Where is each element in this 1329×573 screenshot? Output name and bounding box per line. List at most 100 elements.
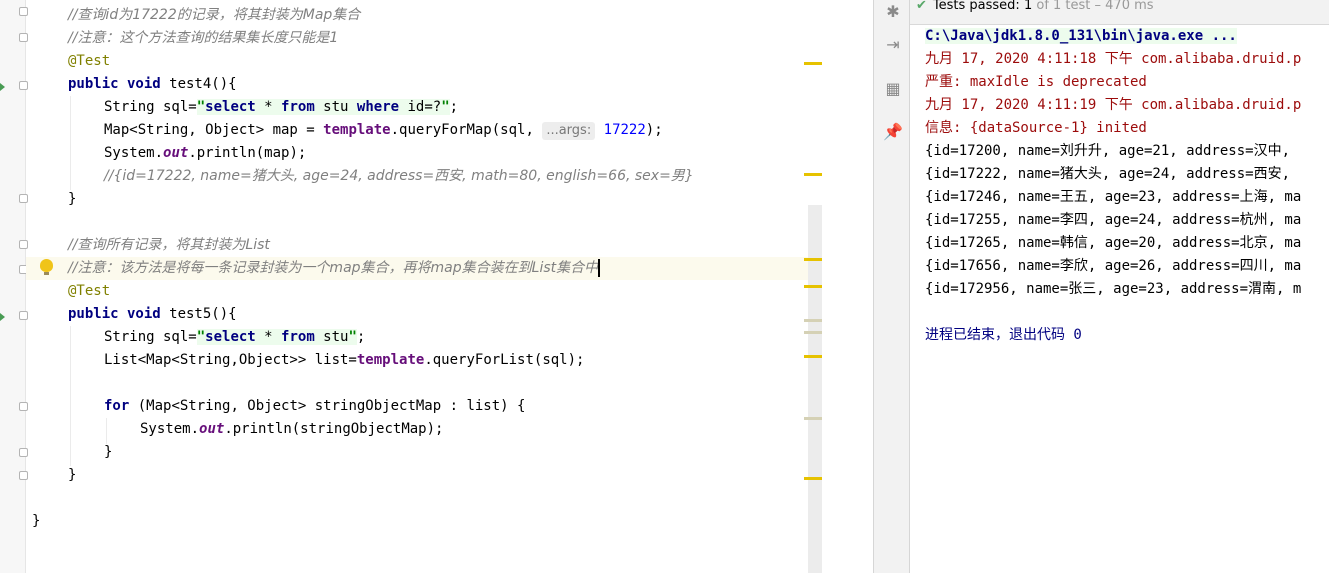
code-text: System. (104, 145, 164, 161)
code-text: String sql= (104, 99, 197, 115)
sql-text: stu (314, 329, 349, 345)
sql-text: stu (314, 99, 357, 115)
code-text: .queryForMap(sql, (390, 122, 543, 138)
fold-marker[interactable] (19, 402, 28, 411)
indent-guide (70, 326, 71, 466)
console-line: 九月 17, 2020 4:11:19 下午 com.alibaba.druid… (925, 97, 1302, 113)
check-icon: ✔ (916, 0, 927, 13)
fold-marker[interactable] (19, 448, 28, 457)
code-editor[interactable]: //查询id为17222的记录，将其封装为Map集合 //注意：这个方法查询的结… (0, 0, 873, 573)
code-string: " (348, 329, 357, 345)
code-static-field: out (199, 421, 225, 437)
current-line: //注意：该方法是将每一条记录封装为一个map集合，再将map集合装在到List… (26, 257, 822, 280)
fold-marker[interactable] (19, 33, 28, 42)
code-comment: //注意：该方法是将每一条记录封装为一个map集合，再将map集合装在到List… (68, 260, 599, 276)
warning-marker[interactable] (804, 258, 822, 261)
code-annotation: @Test (68, 283, 111, 299)
code-text: Map<String, Object> map = (104, 122, 324, 138)
code-string: " (196, 329, 206, 345)
info-marker[interactable] (804, 417, 822, 420)
layout-icon[interactable]: ▦ (883, 78, 903, 98)
code-text: List<Map<String,Object>> list= (104, 352, 357, 368)
fold-marker[interactable] (19, 311, 28, 320)
text-caret (598, 259, 601, 277)
code-text: ; (356, 329, 366, 345)
lightbulb-icon[interactable] (40, 259, 53, 275)
code-brace: } (32, 513, 41, 529)
code-text: test5(){ (160, 306, 237, 322)
code-text: test4(){ (160, 76, 237, 92)
fold-marker[interactable] (19, 471, 28, 480)
code-line: public void test5(){ (68, 303, 237, 326)
fold-marker[interactable] (19, 194, 28, 203)
debug-icon[interactable]: ✱ (883, 1, 903, 21)
info-marker[interactable] (804, 319, 822, 322)
console-line: {id=17246, name=王五, age=23, address=上海, … (925, 189, 1302, 205)
warning-marker[interactable] (804, 355, 822, 358)
code-comment: //查询所有记录，将其封装为List (68, 237, 270, 253)
warning-marker[interactable] (804, 285, 822, 288)
indent-guide (70, 96, 71, 190)
console-line: {id=172956, name=张三, age=23, address=渭南,… (925, 281, 1302, 297)
sql-text: * (255, 329, 282, 345)
code-field: template (323, 122, 391, 138)
code-number: 17222 (603, 122, 646, 138)
sql-keyword: where (356, 99, 400, 115)
test-status-bar: ✔ Tests passed: 1 of 1 test – 470 ms (910, 0, 1329, 25)
sql-keyword: select (205, 99, 256, 115)
code-line: String sql="select * from stu where id=?… (104, 96, 458, 119)
tests-passed-detail: of 1 test – 470 ms (1036, 0, 1154, 13)
code-text: .println(map); (188, 145, 307, 161)
console-line: {id=17255, name=李四, age=24, address=杭州, … (925, 212, 1302, 228)
code-line: String sql="select * from stu"; (104, 326, 365, 349)
code-brace: } (68, 467, 77, 483)
code-text: .println(stringObjectMap); (224, 421, 444, 437)
sql-text: * (255, 99, 282, 115)
code-comment: //{id=17222, name=猪大头, age=24, address=西… (104, 168, 694, 184)
sql-keyword: from (281, 99, 315, 115)
run-test-icon[interactable] (0, 313, 5, 321)
sql-text: id=? (399, 99, 442, 115)
code-keyword: public void (68, 76, 161, 92)
console-line: 严重: maxIdle is deprecated (925, 74, 1147, 90)
run-console[interactable]: ✔ Tests passed: 1 of 1 test – 470 ms C:\J… (910, 0, 1329, 573)
info-marker[interactable] (804, 331, 822, 334)
code-text: (Map<String, Object> stringObjectMap : l… (129, 398, 526, 414)
code-text: System. (140, 421, 200, 437)
sql-keyword: select (205, 329, 256, 345)
code-annotation: @Test (68, 53, 111, 69)
code-comment: //查询id为17222的记录，将其封装为Map集合 (68, 7, 361, 23)
warning-marker[interactable] (804, 173, 822, 176)
run-toolbar: ✱ ⇥ ▦ 📌 (873, 0, 910, 573)
sql-keyword: from (281, 329, 315, 345)
fold-marker[interactable] (19, 81, 28, 90)
code-field: template (356, 352, 425, 368)
code-static-field: out (163, 145, 189, 161)
console-line: C:\Java\jdk1.8.0_131\bin\java.exe ... (925, 28, 1237, 44)
code-line: System.out.println(stringObjectMap); (140, 418, 443, 441)
tests-passed-label: Tests passed: 1 (932, 0, 1033, 13)
pin-icon[interactable]: 📌 (883, 121, 903, 141)
code-text: .queryForList(sql); (424, 352, 585, 368)
fold-marker[interactable] (19, 240, 28, 249)
code-comment: //注意：这个方法查询的结果集长度只能是1 (68, 30, 339, 46)
code-keyword: for (104, 398, 130, 414)
code-text: ); (645, 122, 663, 138)
run-test-icon[interactable] (0, 83, 5, 91)
console-line: 信息: {dataSource-1} inited (925, 120, 1147, 136)
code-brace: } (104, 444, 113, 460)
warning-marker[interactable] (804, 62, 822, 65)
code-text: String sql= (104, 329, 197, 345)
code-line: Map<String, Object> map = template.query… (104, 119, 663, 142)
parameter-hint: ...args: (542, 122, 596, 140)
console-line: 进程已结束，退出代码 0 (925, 327, 1082, 343)
code-line: for (Map<String, Object> stringObjectMap… (104, 395, 525, 418)
code-line: public void test4(){ (68, 73, 237, 96)
warning-marker[interactable] (804, 477, 822, 480)
exit-icon[interactable]: ⇥ (883, 34, 903, 54)
code-line: List<Map<String,Object>> list=template.q… (104, 349, 584, 372)
code-text: ; (449, 99, 459, 115)
console-line: {id=17265, name=韩信, age=20, address=北京, … (925, 235, 1302, 251)
fold-marker[interactable] (19, 7, 28, 16)
console-line: {id=17222, name=猪大头, age=24, address=西安, (925, 166, 1291, 182)
